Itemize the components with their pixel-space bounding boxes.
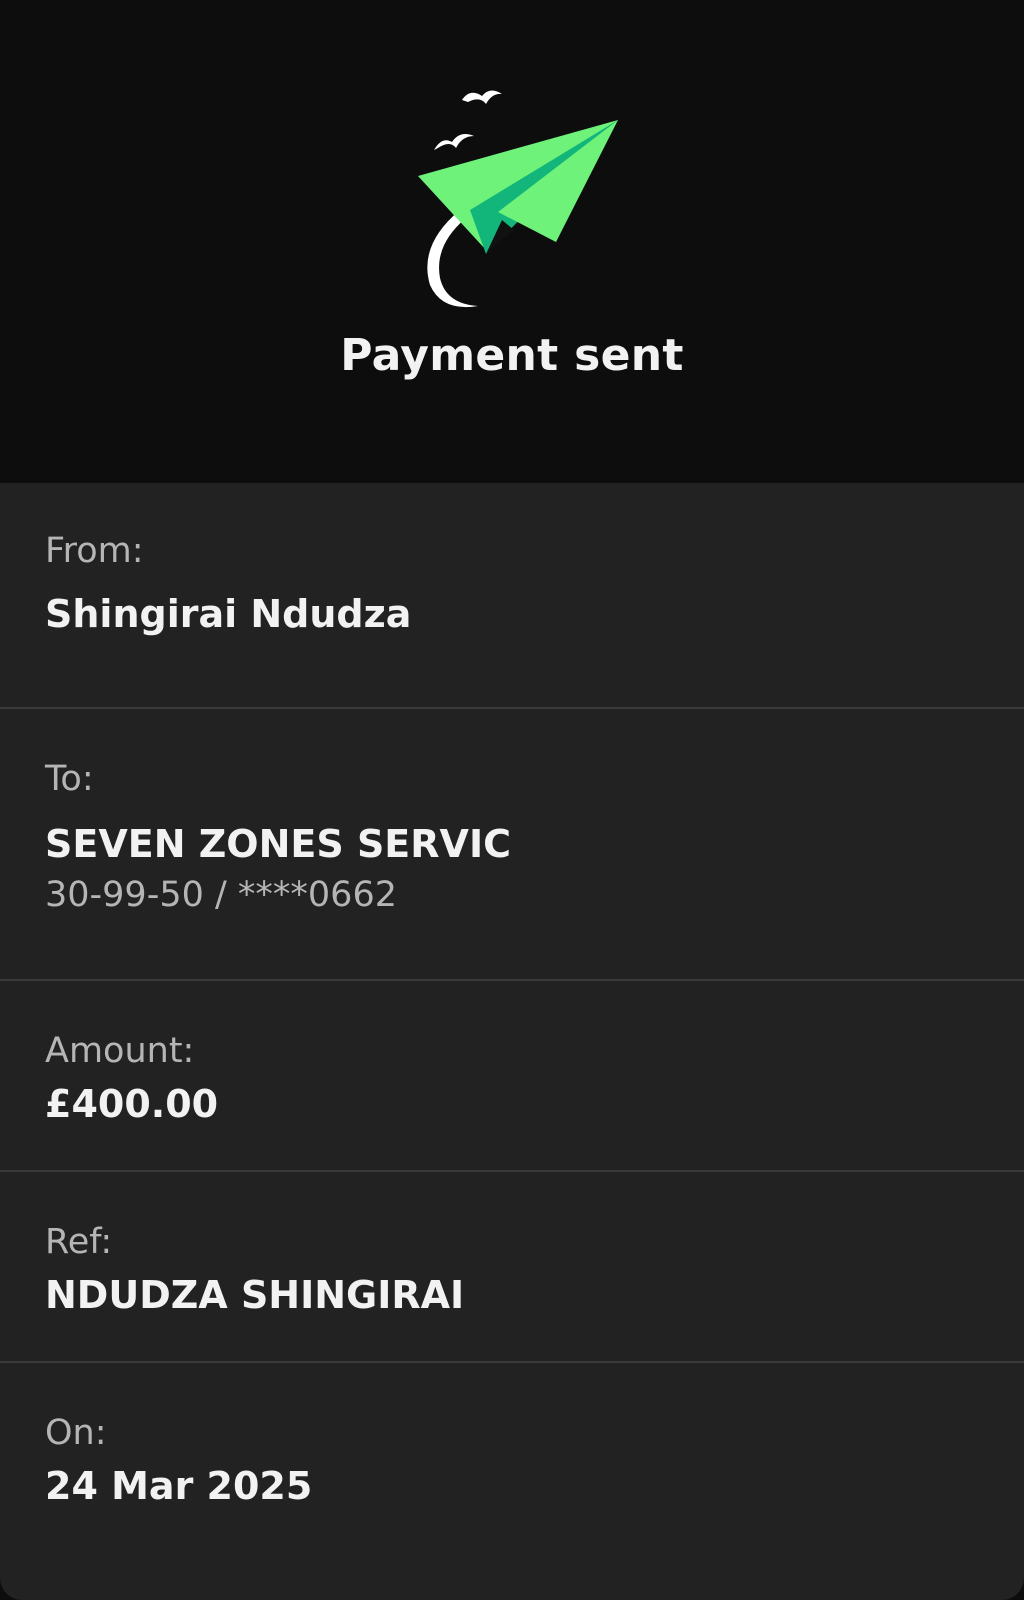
reference-label: Ref: [45, 1222, 113, 1262]
date-value: 24 Mar 2025 [45, 1464, 313, 1508]
confirmation-header: Payment sent [0, 0, 1024, 483]
date-label: On: [45, 1413, 107, 1453]
to-name: SEVEN ZONES SERVIC [45, 822, 511, 866]
date-section: On: 24 Mar 2025 [0, 1365, 1024, 1565]
paper-plane-with-birds-icon [418, 90, 618, 308]
to-section: To: SEVEN ZONES SERVIC 30-99-50 / ****06… [0, 711, 1024, 981]
payment-confirmation-screen: Payment sent From: Shingirai Ndudza To: … [0, 0, 1024, 1600]
to-label: To: [45, 759, 94, 799]
amount-label: Amount: [45, 1031, 195, 1071]
payment-details-panel: From: Shingirai Ndudza To: SEVEN ZONES S… [0, 483, 1024, 1600]
to-account-details: 30-99-50 / ****0662 [45, 875, 397, 915]
reference-section: Ref: NDUDZA SHINGIRAI [0, 1174, 1024, 1363]
page-title: Payment sent [340, 330, 684, 381]
from-label: From: [45, 531, 144, 571]
bird-icon [462, 90, 502, 104]
from-section: From: Shingirai Ndudza [0, 483, 1024, 709]
reference-value: NDUDZA SHINGIRAI [45, 1273, 465, 1317]
from-name: Shingirai Ndudza [45, 592, 412, 636]
bird-icon [434, 134, 474, 150]
amount-value: £400.00 [45, 1082, 219, 1126]
amount-section: Amount: £400.00 [0, 983, 1024, 1172]
